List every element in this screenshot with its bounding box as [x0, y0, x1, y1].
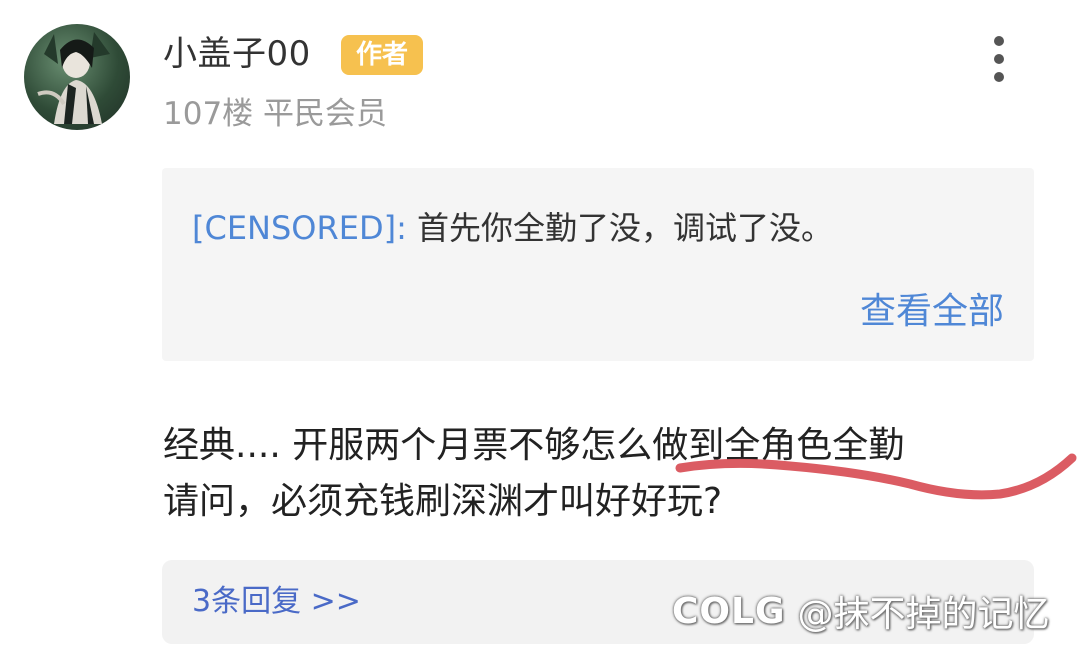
author-name[interactable]: 小盖子00	[163, 30, 311, 78]
floor-number: 107楼	[163, 96, 254, 132]
more-options-button[interactable]	[986, 36, 1012, 82]
member-rank: 平民会员	[263, 96, 388, 132]
quoted-reply[interactable]: [CENSORED]: 首先你全勤了没，调试了没。 查看全部	[162, 168, 1034, 361]
post-meta: 107楼 平民会员	[163, 92, 387, 136]
avatar[interactable]	[24, 24, 130, 130]
colg-logo: COLG	[672, 590, 786, 632]
quote-text: 首先你全勤了没，调试了没。	[406, 209, 834, 247]
watermark-handle: @抹不掉的记忆	[797, 594, 1050, 635]
view-all-link[interactable]: 查看全部	[860, 288, 1004, 336]
red-scribble-annotation	[675, 453, 1077, 500]
author-badge: 作者	[341, 35, 423, 75]
quote-line: [CENSORED]: 首先你全勤了没，调试了没。	[192, 206, 833, 250]
more-vertical-icon	[994, 36, 1004, 46]
avatar-image	[37, 32, 110, 124]
more-vertical-icon-dot	[994, 72, 1004, 82]
quote-author[interactable]: [CENSORED]:	[192, 209, 407, 247]
more-vertical-icon-dot	[994, 54, 1004, 64]
view-replies-link[interactable]: 3条回复 >>	[192, 580, 361, 624]
watermark: COLG @抹不掉的记忆	[672, 586, 1050, 636]
